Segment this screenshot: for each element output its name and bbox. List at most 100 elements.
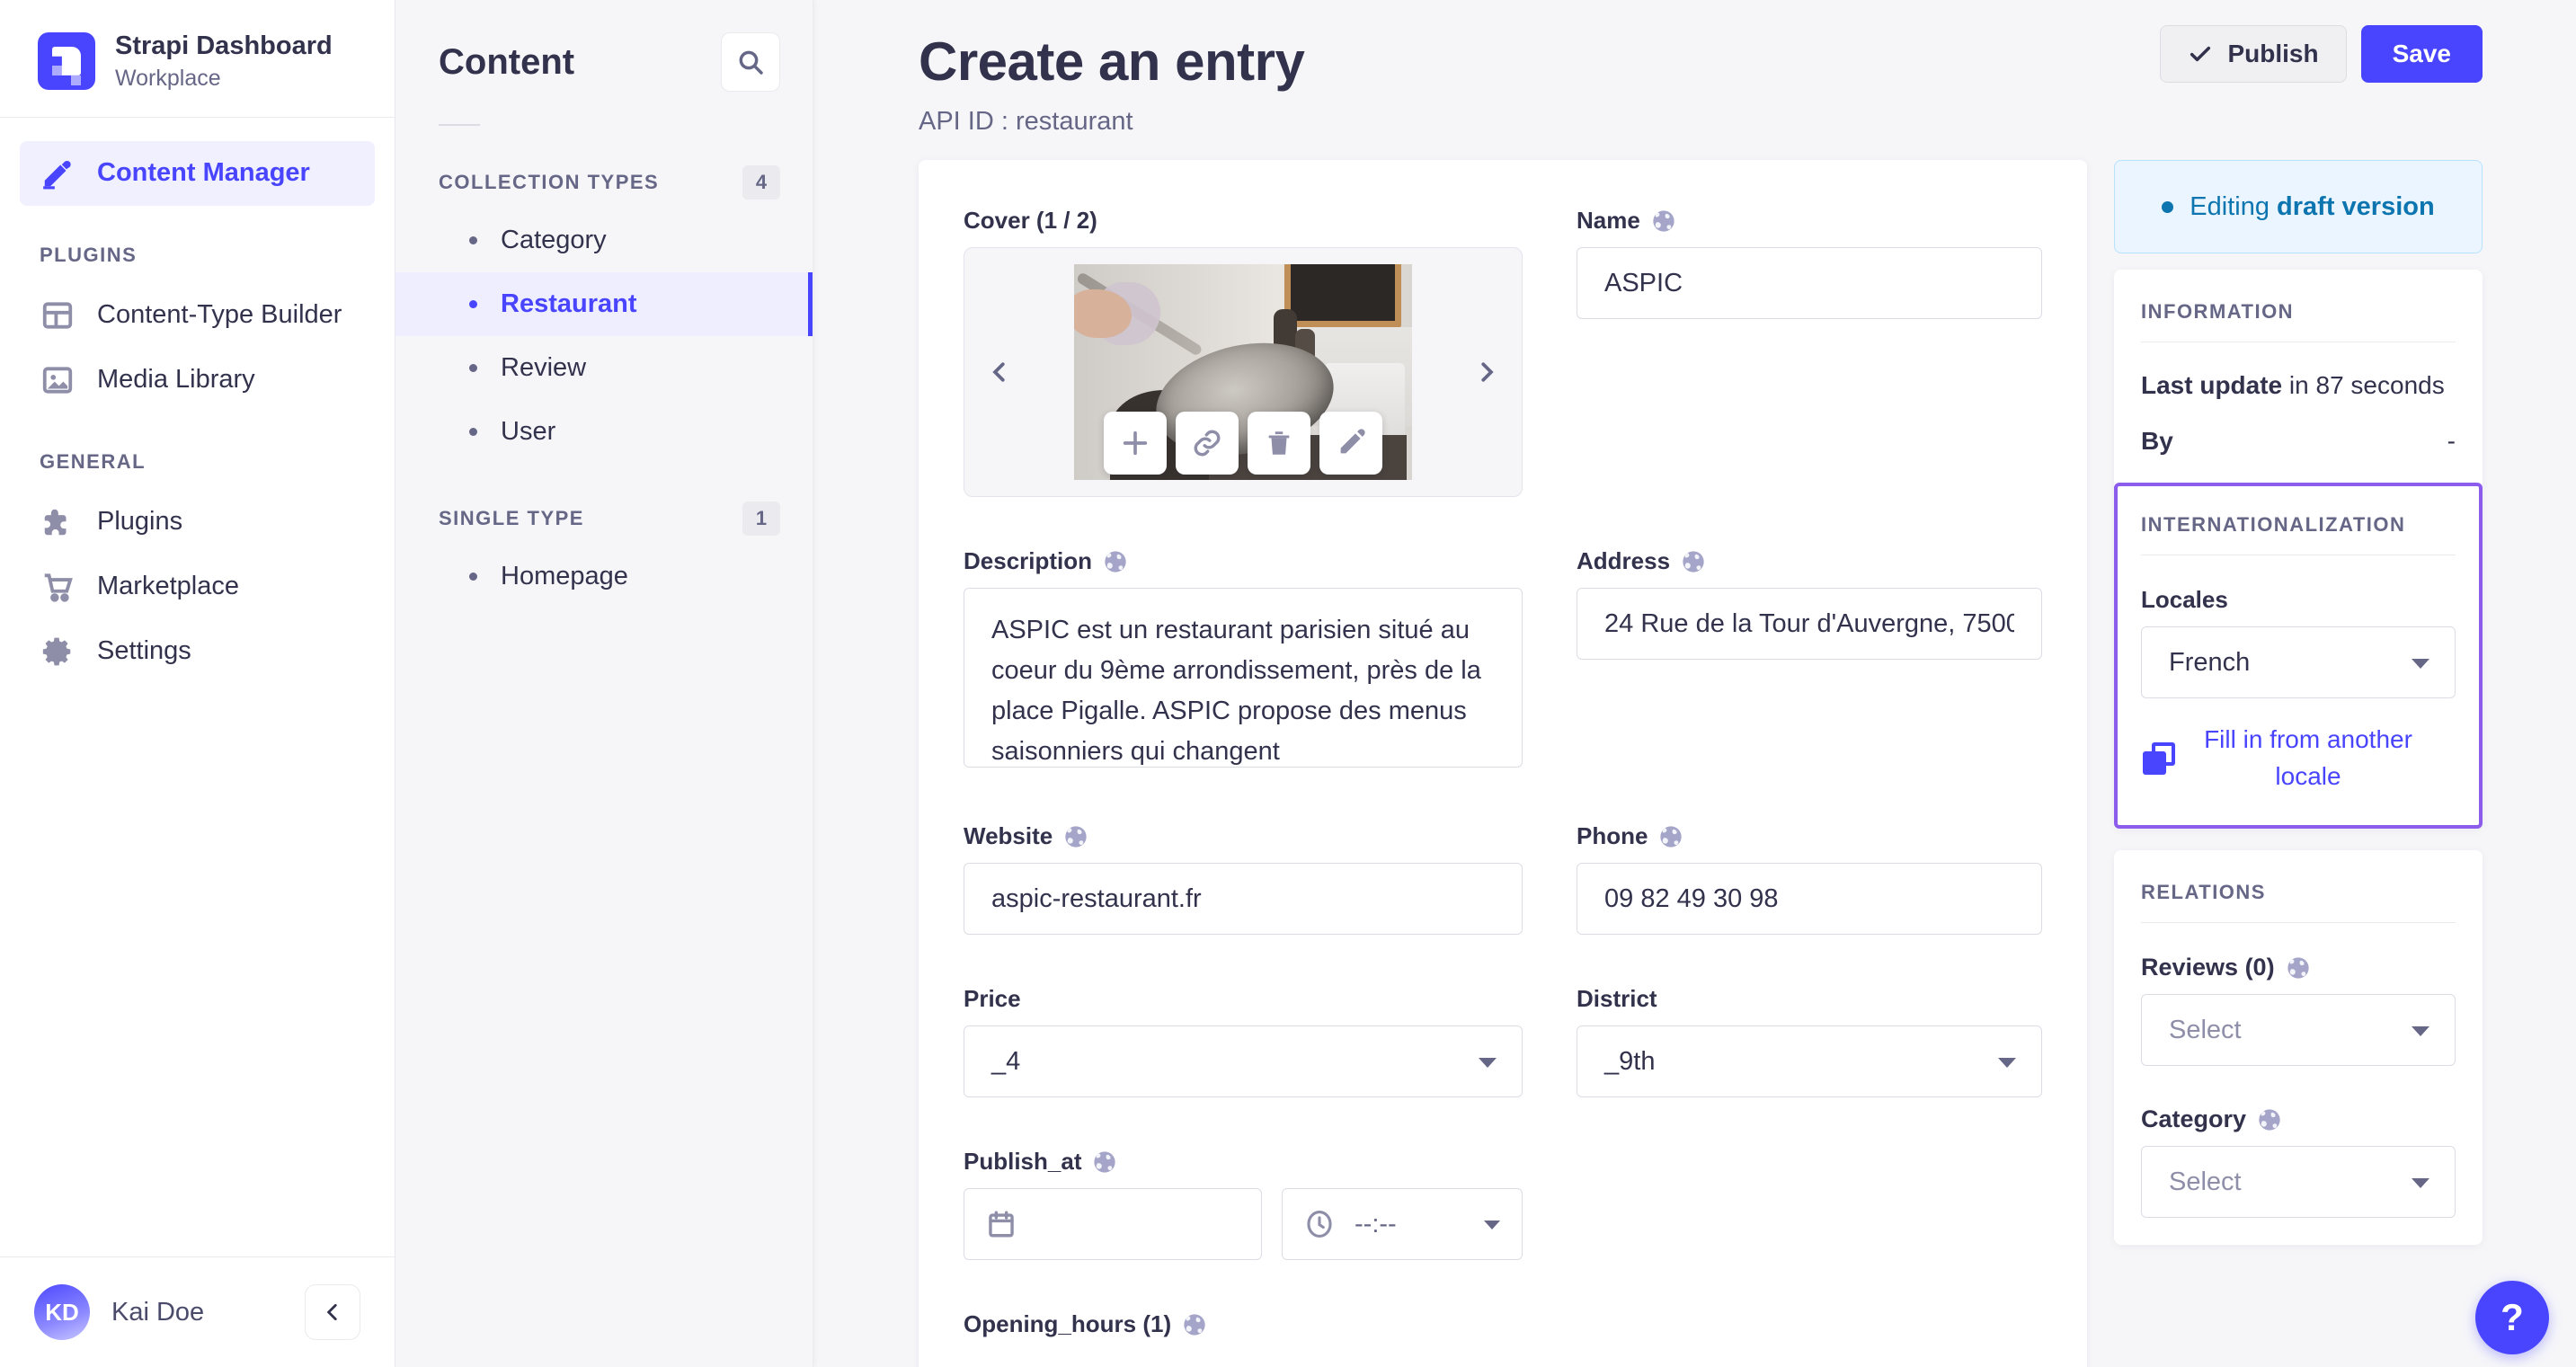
- sidebar-item-label: Marketplace: [97, 572, 239, 601]
- locales-select-value: French: [2169, 647, 2251, 677]
- add-media-button[interactable]: [1104, 412, 1167, 475]
- calendar-icon: [989, 1211, 1014, 1238]
- website-input[interactable]: [964, 863, 1523, 935]
- fill-from-locale-link[interactable]: Fill in from another locale: [2175, 722, 2456, 794]
- gear-icon: [40, 634, 76, 670]
- caret-down-icon: [2412, 659, 2429, 669]
- fill-from-locale-row: Fill in from another locale: [2141, 722, 2456, 794]
- collapse-sidebar-button[interactable]: [305, 1284, 360, 1340]
- search-icon: [736, 48, 765, 76]
- delete-media-button[interactable]: [1248, 412, 1310, 475]
- trash-icon: [1268, 431, 1290, 455]
- subnav-item-restaurant[interactable]: Restaurant: [395, 272, 813, 336]
- draft-banner-bold: draft version: [2277, 191, 2435, 221]
- by-label: By: [2141, 427, 2173, 455]
- subnav-item-label: Review: [501, 353, 587, 382]
- sidebar-item-marketplace[interactable]: Marketplace: [20, 555, 375, 619]
- save-button-label: Save: [2392, 40, 2451, 67]
- cover-photo: [1074, 264, 1412, 480]
- field-publish-at: Publish_at --:--: [964, 1148, 1523, 1260]
- save-button[interactable]: Save: [2360, 25, 2483, 83]
- sidebar-section-plugins: PLUGINS: [40, 243, 138, 266]
- brand: Strapi Dashboard Workplace: [0, 0, 395, 117]
- address-input[interactable]: [1577, 588, 2042, 660]
- field-opening-hours: Opening_hours (1): [964, 1310, 1523, 1351]
- sidebar-item-content-manager[interactable]: Content Manager: [20, 140, 375, 206]
- publish-at-date-input[interactable]: [964, 1188, 1262, 1260]
- subnav-item-homepage[interactable]: Homepage: [395, 545, 813, 608]
- phone-input[interactable]: [1577, 863, 2042, 935]
- carousel-next-button[interactable]: [1455, 248, 1518, 496]
- publish-button[interactable]: Publish: [2160, 25, 2347, 83]
- caret-down-icon: [1484, 1221, 1500, 1229]
- main-area: Create an entry API ID : restaurant Publ…: [813, 0, 2576, 1367]
- sidebar-item-media-library[interactable]: Media Library: [20, 348, 375, 413]
- draft-version-banner: Editing draft version: [2114, 160, 2483, 253]
- puzzle-icon: [40, 504, 76, 540]
- reviews-label: Reviews (0): [2141, 954, 2456, 981]
- bullet-icon: [469, 573, 477, 581]
- sidebar-item-settings[interactable]: Settings: [20, 619, 375, 684]
- sidebar-item-content-type-builder[interactable]: Content-Type Builder: [20, 283, 375, 348]
- caret-down-icon: [1479, 1058, 1497, 1068]
- price-select[interactable]: _4: [964, 1025, 1523, 1097]
- last-update-label: Last update: [2141, 371, 2283, 399]
- api-id-subtitle: API ID : restaurant: [919, 107, 1133, 136]
- app-sidebar: Strapi Dashboard Workplace Content Manag…: [0, 0, 395, 1367]
- locales-select[interactable]: French: [2141, 626, 2456, 698]
- field-address: Address: [1577, 547, 2042, 660]
- sidebar-item-label: Settings: [97, 636, 191, 666]
- information-card: INFORMATION Last update in 87 seconds By…: [2114, 270, 2483, 830]
- globe-icon: [2259, 1109, 2280, 1131]
- globe-icon: [1683, 550, 1704, 573]
- reviews-select-placeholder: Select: [2169, 1015, 2242, 1044]
- single-type-count-badge: 1: [742, 502, 780, 536]
- publish-at-time-input[interactable]: --:--: [1282, 1188, 1523, 1260]
- caret-down-icon: [2412, 1178, 2429, 1189]
- subnav-item-user[interactable]: User: [395, 400, 813, 464]
- publish-button-label: Publish: [2227, 40, 2319, 67]
- field-name: Name: [1577, 207, 2042, 319]
- field-cover: Cover (1 / 2): [964, 207, 1523, 497]
- address-label: Address: [1577, 547, 2042, 575]
- category-select[interactable]: Select: [2141, 1146, 2456, 1219]
- subnav-item-review[interactable]: Review: [395, 336, 813, 400]
- bullet-icon: [469, 236, 477, 244]
- globe-icon: [1653, 209, 1674, 232]
- sidebar-item-plugins[interactable]: Plugins: [20, 490, 375, 555]
- field-phone: Phone: [1577, 822, 2042, 935]
- time-placeholder: --:--: [1355, 1209, 1397, 1238]
- avatar: KD: [34, 1284, 90, 1340]
- edit-media-button[interactable]: [1319, 412, 1382, 475]
- copy-link-button[interactable]: [1176, 412, 1239, 475]
- subnav-item-label: Category: [501, 226, 607, 254]
- district-select[interactable]: _9th: [1577, 1025, 2042, 1097]
- locales-label: Locales: [2141, 586, 2228, 613]
- chevron-left-icon: [321, 1300, 344, 1324]
- sidebar-item-label: Plugins: [97, 507, 183, 537]
- collection-types-count-badge: 4: [742, 165, 780, 200]
- help-button[interactable]: ?: [2475, 1281, 2549, 1354]
- entry-side-panel: Editing draft version INFORMATION Last u…: [2114, 160, 2483, 1246]
- caret-down-icon: [2412, 1026, 2429, 1037]
- publish-at-label: Publish_at: [964, 1148, 1523, 1176]
- globe-icon: [1094, 1150, 1116, 1173]
- by-row: By -: [2141, 427, 2456, 456]
- opening-hours-label: Opening_hours (1): [964, 1310, 1523, 1338]
- brand-subtitle: Workplace: [115, 65, 221, 91]
- subnav-item-label: Homepage: [501, 562, 628, 590]
- search-button[interactable]: [721, 32, 780, 92]
- carousel-prev-button[interactable]: [968, 248, 1031, 496]
- name-input[interactable]: [1577, 247, 2042, 319]
- internationalization-section: INTERNATIONALIZATION Locales French Fill…: [2114, 483, 2483, 830]
- relations-title: RELATIONS: [2141, 881, 2266, 904]
- divider: [2141, 922, 2456, 924]
- subnav-item-category[interactable]: Category: [395, 209, 813, 272]
- description-textarea[interactable]: ASPIC est un restaurant parisien situé a…: [964, 588, 1523, 768]
- reviews-select[interactable]: Select: [2141, 994, 2456, 1067]
- copy-icon: [2143, 741, 2175, 775]
- check-icon: [2188, 41, 2213, 67]
- feather-edit-icon: [40, 155, 76, 191]
- field-district: District _9th: [1577, 985, 2042, 1097]
- district-label: District: [1577, 985, 1657, 1012]
